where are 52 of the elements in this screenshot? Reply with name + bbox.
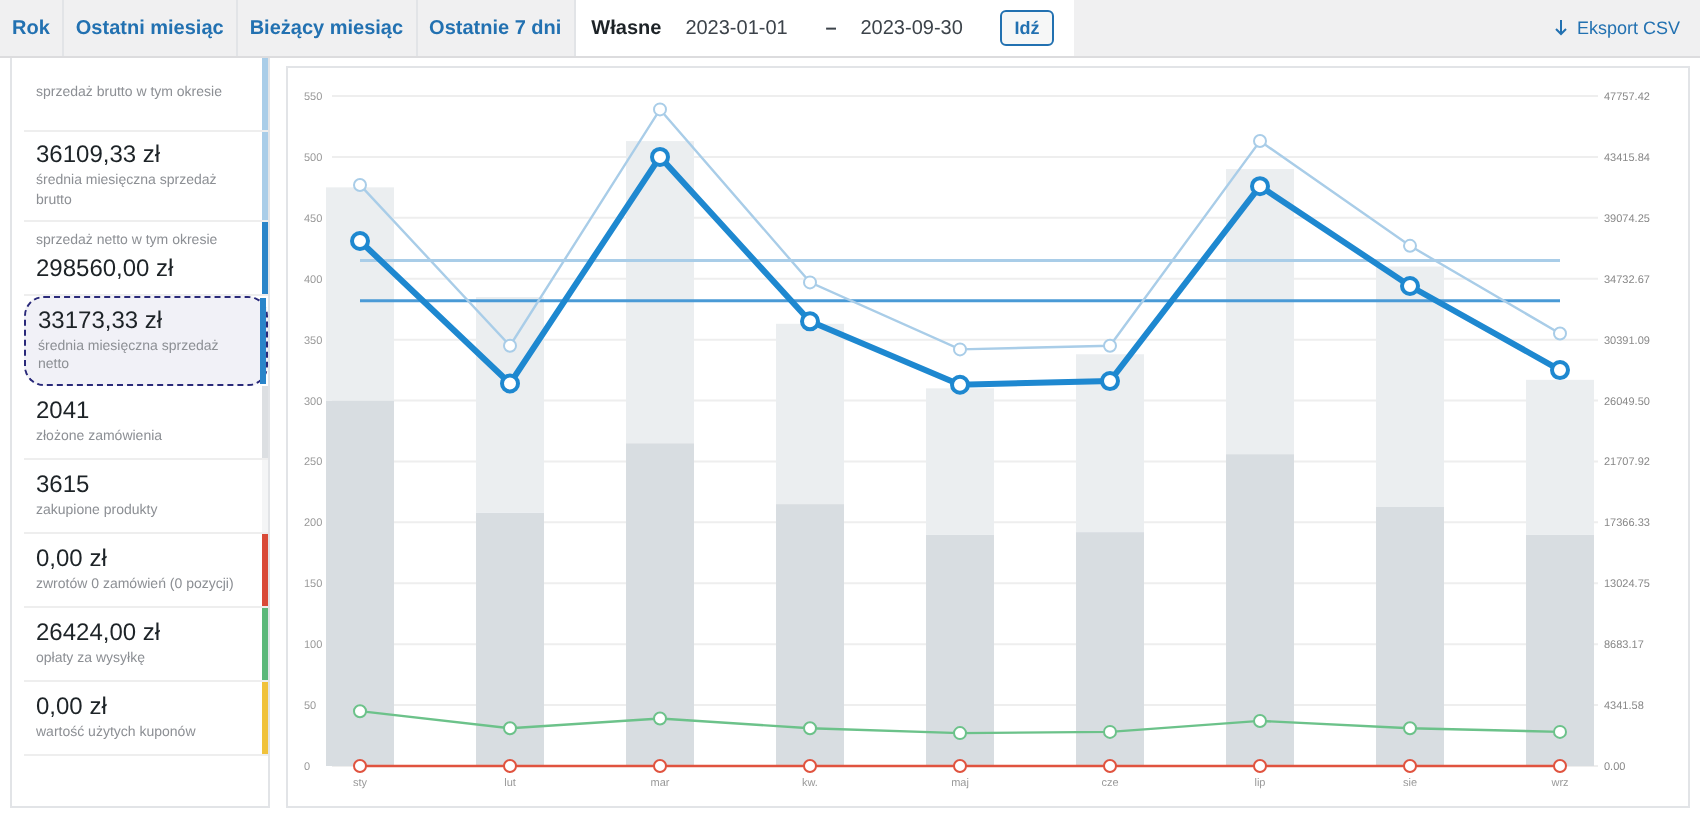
stat-value: 3615 bbox=[36, 470, 92, 499]
data-point bbox=[953, 759, 967, 773]
data-point bbox=[653, 102, 667, 117]
go-button[interactable]: Idź bbox=[1000, 10, 1054, 46]
data-point bbox=[353, 759, 367, 773]
range-tab[interactable]: Bieżący miesiąc bbox=[237, 0, 418, 56]
date-field[interactable]: 2023-01-01 bbox=[685, 17, 802, 39]
data-point bbox=[1100, 371, 1120, 392]
custom-range-label: Własne bbox=[591, 17, 662, 39]
data-point bbox=[503, 338, 517, 353]
data-point bbox=[803, 759, 817, 773]
data-point bbox=[1553, 326, 1567, 341]
data-point bbox=[653, 711, 667, 726]
stat-value: 0,00 zł bbox=[36, 544, 109, 573]
data-point bbox=[800, 311, 820, 332]
data-point bbox=[953, 726, 967, 741]
data-point bbox=[503, 759, 517, 773]
data-point bbox=[503, 721, 517, 736]
data-point bbox=[653, 759, 667, 773]
custom-range-tab[interactable]: Własne 2023-01-01 – 2023-09-30 Idź bbox=[575, 0, 1074, 56]
data-point bbox=[1253, 134, 1267, 149]
data-point bbox=[1403, 721, 1417, 736]
data-point bbox=[353, 177, 367, 192]
data-point bbox=[1403, 759, 1417, 773]
data-point bbox=[1253, 759, 1267, 773]
data-point bbox=[1250, 176, 1270, 197]
stat-value: 298560,00 zł bbox=[36, 254, 176, 283]
data-point bbox=[950, 374, 970, 395]
stat-value: 36109,33 zł bbox=[36, 140, 163, 168]
download-icon bbox=[1554, 19, 1569, 37]
data-point bbox=[803, 721, 817, 736]
data-point bbox=[353, 704, 367, 719]
data-point bbox=[953, 342, 967, 357]
date-separator: – bbox=[825, 17, 837, 39]
data-point bbox=[1553, 759, 1567, 773]
stat-value: 0,00 zł bbox=[36, 692, 109, 721]
range-tab[interactable]: Rok bbox=[0, 0, 64, 56]
data-point bbox=[650, 146, 670, 167]
data-point bbox=[350, 230, 370, 251]
data-point bbox=[500, 373, 520, 394]
range-tab[interactable]: Ostatni miesiąc bbox=[63, 0, 238, 56]
stat-value: 2041 bbox=[36, 396, 92, 425]
data-point bbox=[1400, 276, 1420, 297]
data-point bbox=[1103, 338, 1117, 353]
data-point bbox=[1550, 360, 1570, 381]
data-point bbox=[803, 275, 817, 290]
data-point bbox=[1103, 759, 1117, 773]
data-point bbox=[1403, 238, 1417, 253]
date-field[interactable]: 2023-09-30 bbox=[860, 17, 977, 39]
export-link[interactable]: Eksport CSV bbox=[1534, 0, 1700, 56]
stat-value: 26424,00 zł bbox=[36, 618, 163, 647]
stat-value: 33173,33 zł bbox=[38, 305, 165, 334]
